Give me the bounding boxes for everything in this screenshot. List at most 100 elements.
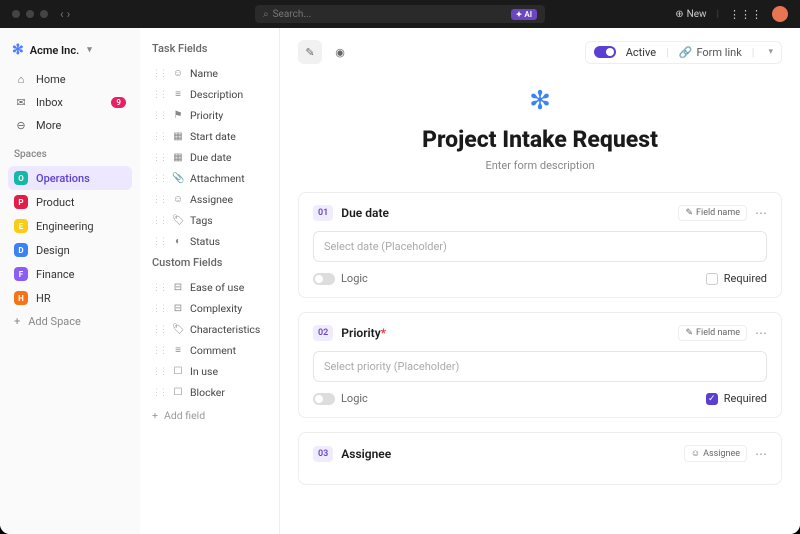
edit-icon: ✎ xyxy=(685,328,693,338)
form-card-assignee[interactable]: 03 Assignee ☺Assignee ⋯ xyxy=(298,432,782,485)
search-icon: ⌕ xyxy=(263,9,269,20)
required-checkbox-group[interactable]: ✓Required xyxy=(706,392,767,405)
inbox-icon: ✉ xyxy=(14,96,28,109)
active-toggle[interactable] xyxy=(594,46,616,58)
logic-toggle[interactable] xyxy=(313,273,335,285)
workspace-logo-icon: ✻ xyxy=(12,42,24,58)
titlebar: ‹ › ⌕ Search... ✦ AI ⊕ New | ⋮⋮⋮ xyxy=(0,0,800,28)
field-characteristics[interactable]: ⋮⋮🏷Characteristics xyxy=(148,319,271,340)
field-blocker[interactable]: ⋮⋮☐Blocker xyxy=(148,382,271,403)
eye-icon: ◉ xyxy=(335,46,345,59)
field-comment[interactable]: ⋮⋮≡Comment xyxy=(148,340,271,361)
field-priority[interactable]: ⋮⋮⚑Priority xyxy=(148,105,271,126)
inbox-count-badge: 9 xyxy=(111,97,126,108)
slider-icon: ⊟ xyxy=(172,303,184,314)
attachment-icon: 📎 xyxy=(172,173,184,184)
spaces-header: Spaces xyxy=(8,137,132,166)
field-name[interactable]: ⋮⋮☺Name xyxy=(148,63,271,84)
form-builder-main: ✎ ◉ Active | 🔗Form link | ▾ ✻ Project In… xyxy=(280,28,800,534)
field-in-use[interactable]: ⋮⋮☐In use xyxy=(148,361,271,382)
nav-more[interactable]: ⊖More xyxy=(8,114,132,137)
checkbox-icon: ☐ xyxy=(172,366,184,377)
field-attachment[interactable]: ⋮⋮📎Attachment xyxy=(148,168,271,189)
tag-icon: 🏷 xyxy=(172,215,184,226)
space-finance[interactable]: FFinance xyxy=(8,262,132,286)
new-button[interactable]: ⊕ New xyxy=(675,9,706,20)
field-name-pill[interactable]: ✎Field name xyxy=(678,205,747,221)
form-card-priority[interactable]: 02 Priority* ✎Field name ⋯ Select priori… xyxy=(298,312,782,418)
fields-panel: Task Fields ⋮⋮☺Name ⋮⋮≡Description ⋮⋮⚑Pr… xyxy=(140,28,280,534)
required-checkbox[interactable]: ✓ xyxy=(706,393,718,405)
field-due-date[interactable]: ⋮⋮▦Due date xyxy=(148,147,271,168)
field-description[interactable]: ⋮⋮≡Description xyxy=(148,84,271,105)
chevron-down-icon: ▾ xyxy=(87,45,92,55)
space-engineering[interactable]: EEngineering xyxy=(8,214,132,238)
sidebar: ✻ Acme Inc. ▾ ⌂Home ✉Inbox9 ⊖More Spaces… xyxy=(0,28,140,534)
custom-fields-header: Custom Fields xyxy=(148,252,271,277)
drag-handle-icon: ⋮⋮ xyxy=(152,69,166,79)
add-space-button[interactable]: +Add Space xyxy=(8,310,132,333)
apps-grid-icon[interactable]: ⋮⋮⋮ xyxy=(729,8,762,21)
card-menu-button[interactable]: ⋯ xyxy=(755,447,767,461)
form-toolbar: ✎ ◉ Active | 🔗Form link | ▾ xyxy=(280,28,800,68)
edit-icon: ✎ xyxy=(685,208,693,218)
task-fields-header: Task Fields xyxy=(148,38,271,63)
status-icon: ◐ xyxy=(172,236,184,247)
chevron-down-icon[interactable]: ▾ xyxy=(764,47,773,57)
add-field-button[interactable]: +Add field xyxy=(148,403,271,428)
plus-icon: + xyxy=(152,409,158,422)
person-icon: ☺ xyxy=(172,68,184,79)
pencil-icon: ✎ xyxy=(305,46,314,59)
person-icon: ☺ xyxy=(691,448,700,459)
logic-toggle[interactable] xyxy=(313,393,335,405)
calendar-icon: ▦ xyxy=(172,152,184,163)
window-controls[interactable] xyxy=(12,10,48,18)
form-logo-icon: ✻ xyxy=(280,86,800,116)
field-name-pill[interactable]: ✎Field name xyxy=(678,325,747,341)
field-name-pill[interactable]: ☺Assignee xyxy=(684,445,747,462)
nav-inbox[interactable]: ✉Inbox9 xyxy=(8,91,132,114)
form-link-button[interactable]: 🔗Form link xyxy=(679,46,742,59)
nav-arrows[interactable]: ‹ › xyxy=(60,7,70,21)
field-start-date[interactable]: ⋮⋮▦Start date xyxy=(148,126,271,147)
link-icon: 🔗 xyxy=(679,46,693,59)
card-menu-button[interactable]: ⋯ xyxy=(755,326,767,340)
card-title: Assignee xyxy=(341,447,391,461)
field-ease-of-use[interactable]: ⋮⋮⊟Ease of use xyxy=(148,277,271,298)
preview-mode-button[interactable]: ◉ xyxy=(328,40,352,64)
form-title[interactable]: Project Intake Request xyxy=(280,126,800,153)
ai-badge[interactable]: ✦ AI xyxy=(511,9,537,20)
space-hr[interactable]: HHR xyxy=(8,286,132,310)
required-checkbox-group[interactable]: Required xyxy=(706,272,767,285)
logic-toggle-group[interactable]: Logic xyxy=(313,272,368,285)
priority-input[interactable]: Select priority (Placeholder) xyxy=(313,351,767,382)
date-input[interactable]: Select date (Placeholder) xyxy=(313,231,767,262)
slider-icon: ⊟ xyxy=(172,282,184,293)
edit-mode-button[interactable]: ✎ xyxy=(298,40,322,64)
field-status[interactable]: ⋮⋮◐Status xyxy=(148,231,271,252)
form-subtitle[interactable]: Enter form description xyxy=(280,159,800,172)
field-tags[interactable]: ⋮⋮🏷Tags xyxy=(148,210,271,231)
form-card-due-date[interactable]: 01 Due date ✎Field name ⋯ Select date (P… xyxy=(298,192,782,298)
nav-home[interactable]: ⌂Home xyxy=(8,68,132,91)
flag-icon: ⚑ xyxy=(172,110,184,121)
field-complexity[interactable]: ⋮⋮⊟Complexity xyxy=(148,298,271,319)
person-icon: ☺ xyxy=(172,194,184,205)
space-product[interactable]: PProduct xyxy=(8,190,132,214)
logic-toggle-group[interactable]: Logic xyxy=(313,392,368,405)
card-menu-button[interactable]: ⋯ xyxy=(755,206,767,220)
tag-icon: 🏷 xyxy=(172,324,184,335)
user-avatar[interactable] xyxy=(772,6,788,22)
calendar-icon: ▦ xyxy=(172,131,184,142)
field-assignee[interactable]: ⋮⋮☺Assignee xyxy=(148,189,271,210)
space-design[interactable]: DDesign xyxy=(8,238,132,262)
active-label: Active xyxy=(626,46,656,59)
more-icon: ⊖ xyxy=(14,119,28,132)
card-number: 03 xyxy=(313,446,333,462)
space-operations[interactable]: OOperations xyxy=(8,166,132,190)
plus-icon: + xyxy=(14,315,20,328)
card-number: 01 xyxy=(313,205,333,221)
workspace-selector[interactable]: ✻ Acme Inc. ▾ xyxy=(8,38,132,68)
required-checkbox[interactable] xyxy=(706,273,718,285)
global-search[interactable]: ⌕ Search... ✦ AI xyxy=(255,5,545,23)
